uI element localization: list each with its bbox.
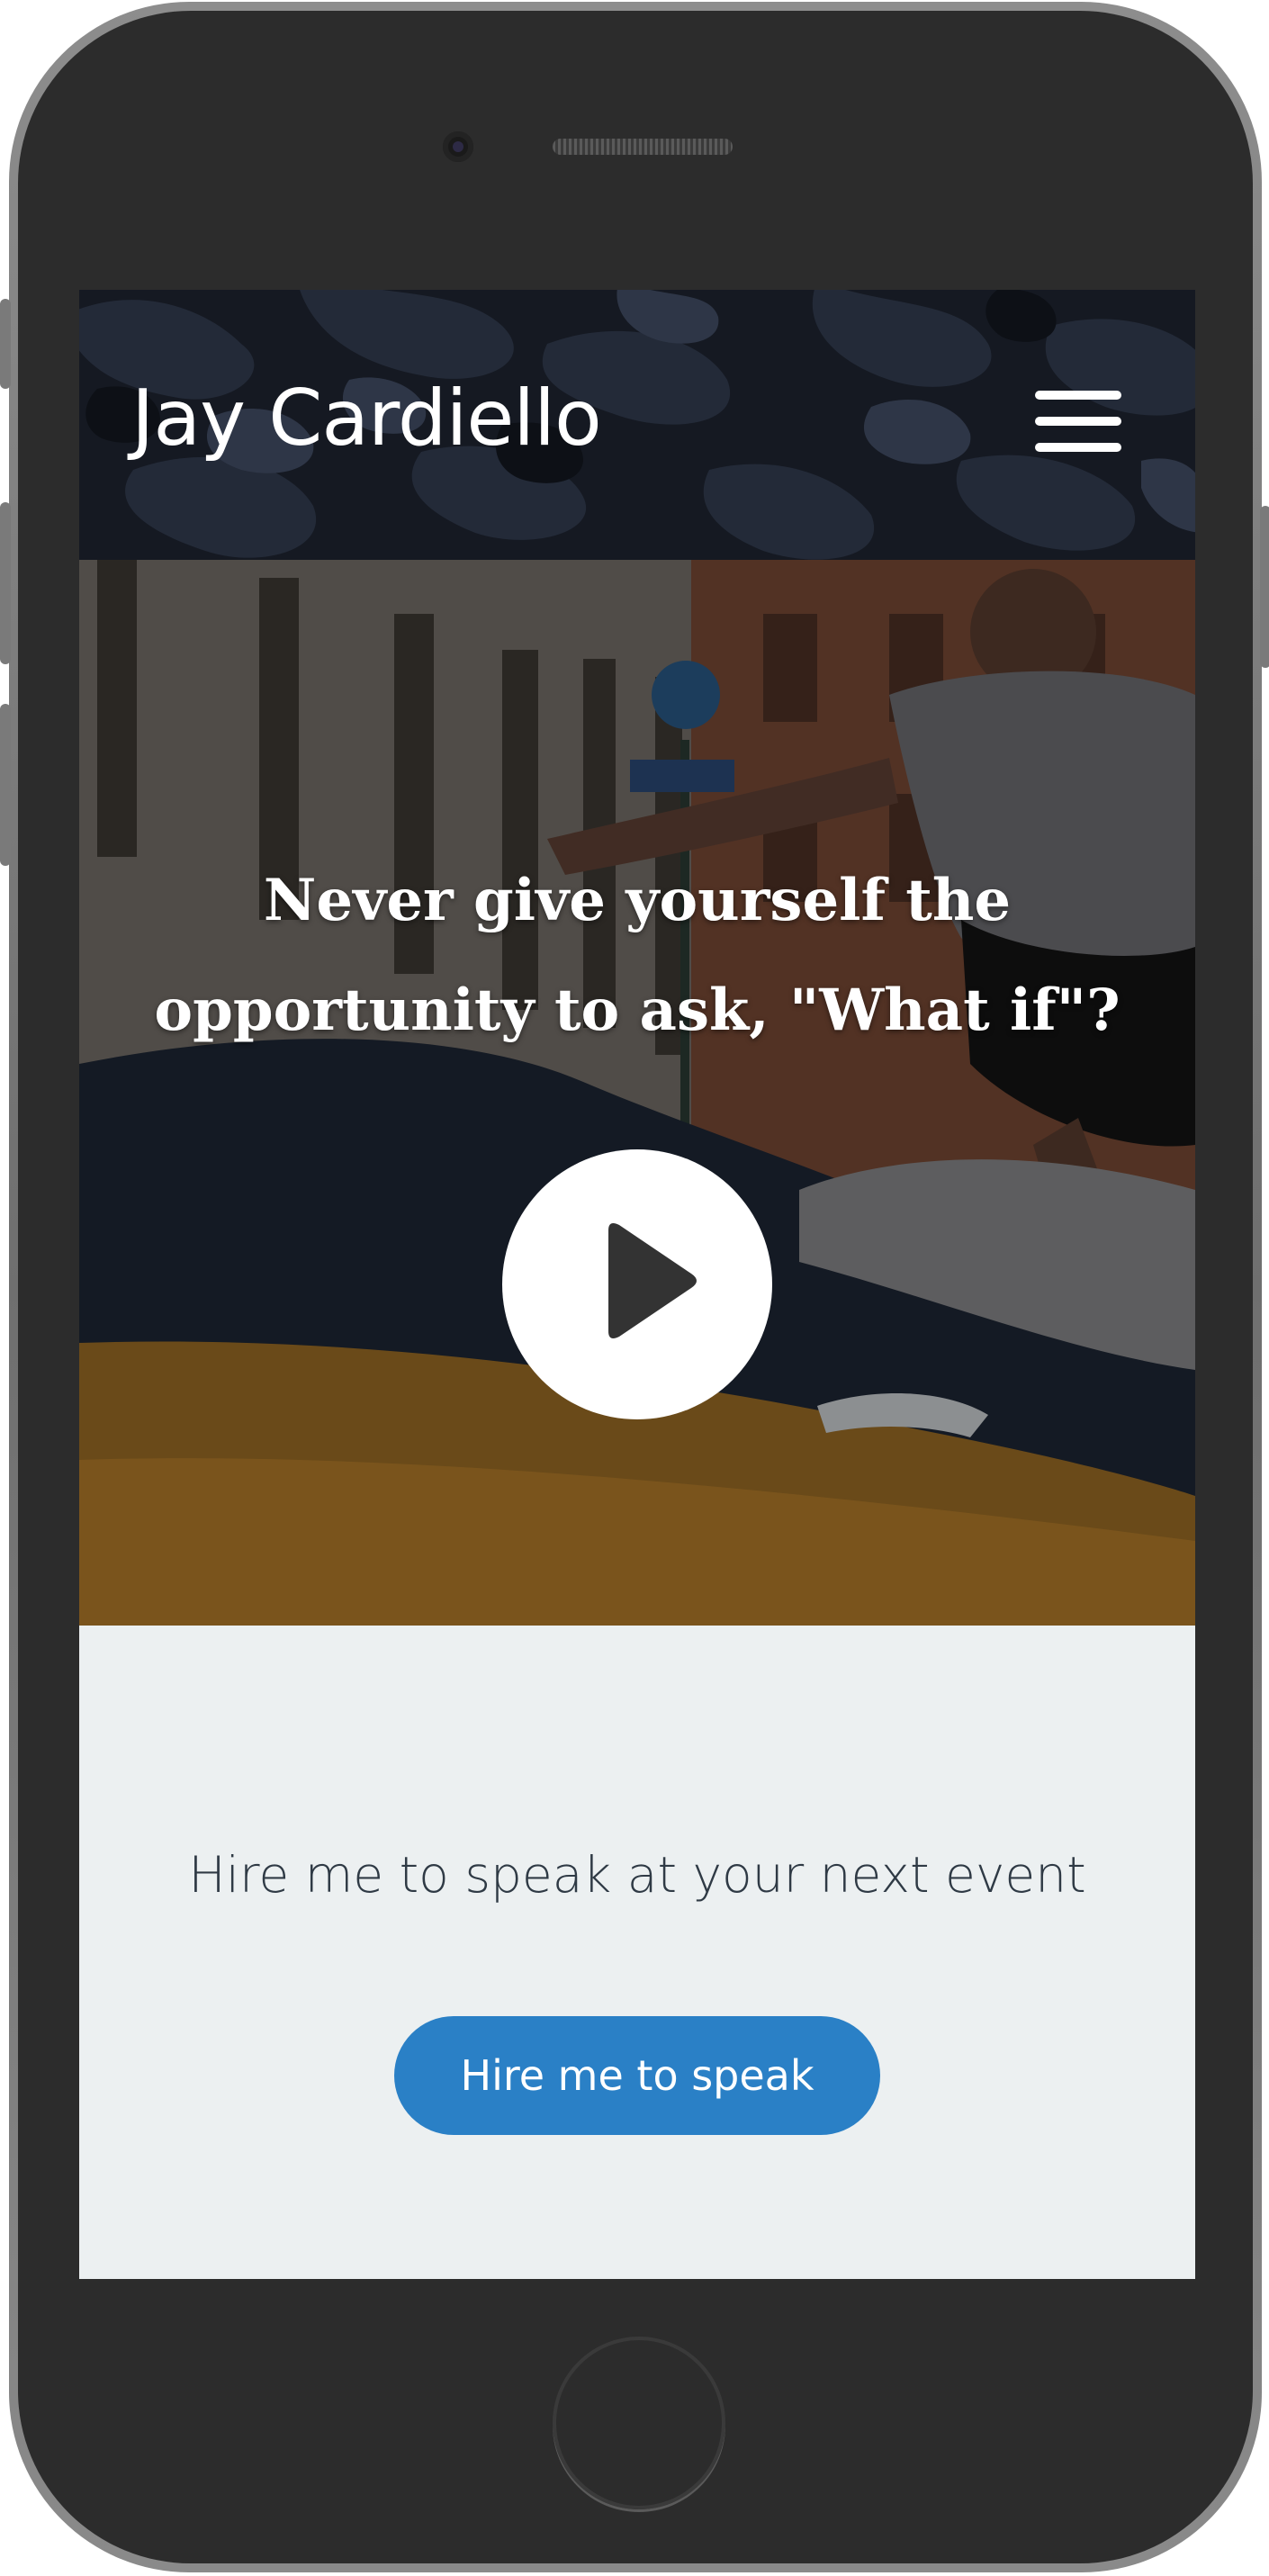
mute-switch xyxy=(0,299,11,389)
volume-down-button xyxy=(0,704,11,866)
site-header: Jay Cardiello xyxy=(79,290,1195,560)
play-icon xyxy=(608,1223,697,1338)
screen: Jay Cardiello Never give yourself the op… xyxy=(79,290,1195,2279)
hero-quote-line-1: Never give yourself the xyxy=(263,867,1012,934)
cta-text: Hire me to speak at your next event xyxy=(188,1846,1086,1904)
hero-quote-line-2: opportunity to ask, "What if"? xyxy=(154,977,1120,1044)
earpiece-speaker xyxy=(553,139,733,155)
cta-section: Hire me to speak at your next event Hire… xyxy=(79,1626,1195,2279)
home-button[interactable] xyxy=(553,2337,725,2509)
power-button xyxy=(1260,506,1269,668)
hamburger-menu-icon[interactable] xyxy=(1035,389,1125,454)
volume-up-button xyxy=(0,502,11,664)
hire-me-button[interactable]: Hire me to speak xyxy=(394,2016,880,2135)
front-camera xyxy=(443,131,473,162)
hero-background-image xyxy=(79,560,1195,1626)
play-video-button[interactable] xyxy=(502,1149,772,1419)
phone-frame: Jay Cardiello Never give yourself the op… xyxy=(0,2,1269,2572)
site-brand[interactable]: Jay Cardiello xyxy=(131,380,602,457)
hero-section: Never give yourself the opportunity to a… xyxy=(79,560,1195,1626)
hero-quote: Never give yourself the opportunity to a… xyxy=(151,846,1123,1066)
